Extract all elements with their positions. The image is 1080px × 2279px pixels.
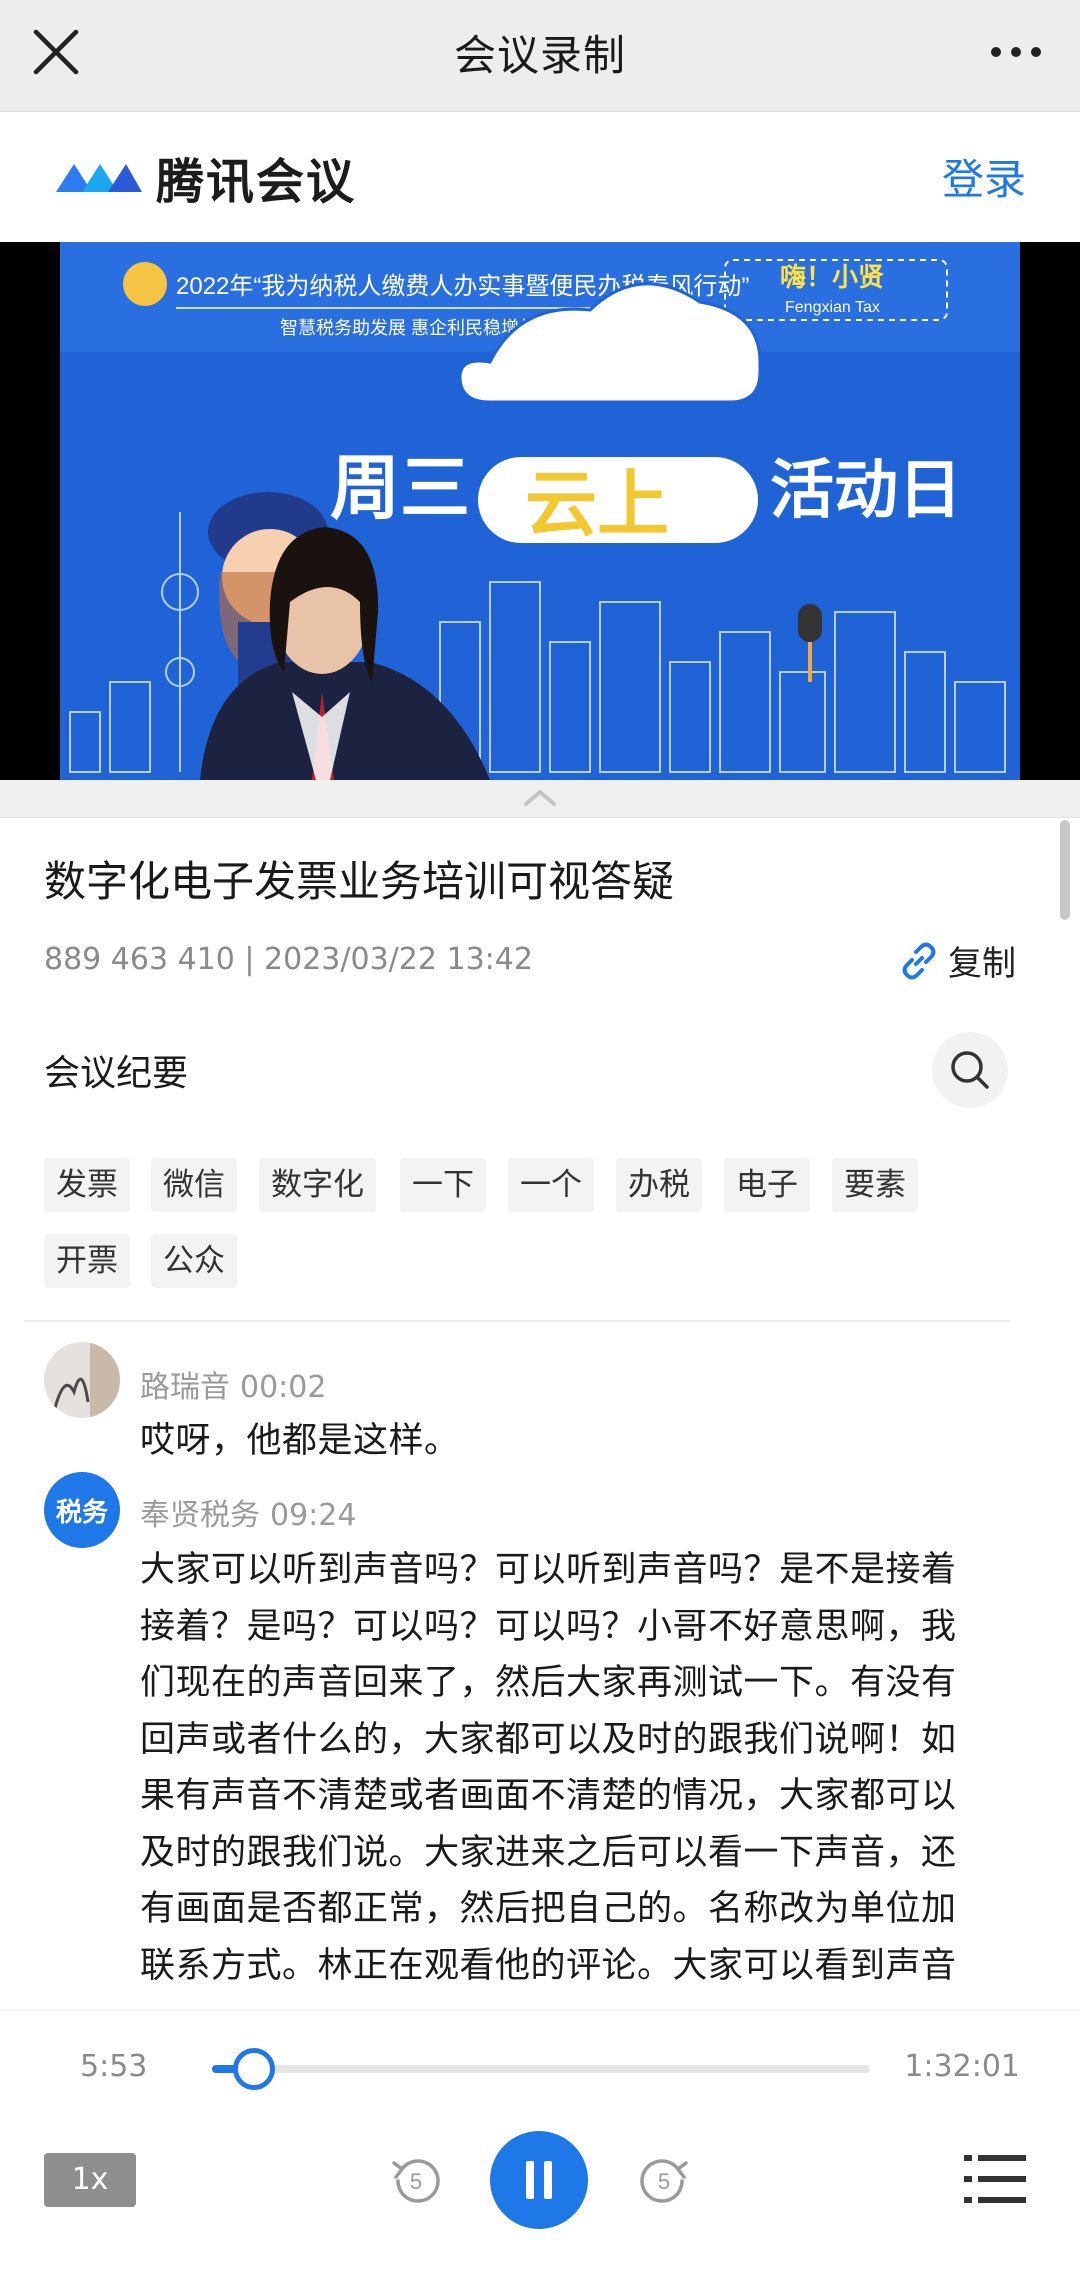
timestamp[interactable]: 00:02 xyxy=(240,1370,326,1405)
keyword-tag[interactable]: 公众 xyxy=(151,1234,237,1288)
search-button[interactable] xyxy=(932,1032,1008,1108)
progress-slider[interactable] xyxy=(212,2048,870,2090)
playback-controls: 5:53 1:32:01 1x 5 5 xyxy=(0,2010,1080,2279)
keyword-tag[interactable]: 电子 xyxy=(724,1158,810,1212)
tencent-meeting-logo-icon xyxy=(56,164,142,192)
transcript-line: 联系方式。林正在观看他的评论。大家可以看到声音 xyxy=(140,1945,957,1986)
keyword-tag[interactable]: 开票 xyxy=(44,1234,130,1288)
meeting-info: 889 463 410 | 2023/03/22 13:42 xyxy=(44,942,533,977)
page-title: 会议录制 xyxy=(453,31,626,80)
progress-knob[interactable] xyxy=(233,2048,276,2090)
transcript-line: 们现在的声音回来了，然后大家再测试一下。有没有 xyxy=(140,1663,957,1703)
keyword-tag[interactable]: 微信 xyxy=(151,1158,237,1212)
video-event-prefix: 周三 xyxy=(330,449,470,527)
link-icon xyxy=(902,942,936,979)
forward-seconds: 5 xyxy=(658,2169,670,2194)
speed-button[interactable]: 1x xyxy=(44,2153,136,2207)
transcript-text: 大家可以听到声音吗？可以听到声音吗？是不是接着 接着？是吗？可以吗？可以吗？小哥… xyxy=(140,1542,957,1994)
collapse-handle[interactable] xyxy=(0,780,1080,818)
keyword-tag[interactable]: 一个 xyxy=(508,1158,594,1212)
keyword-tag[interactable]: 要素 xyxy=(832,1158,918,1212)
rewind-5-icon[interactable]: 5 xyxy=(388,2151,444,2207)
avatar[interactable] xyxy=(44,1342,120,1418)
divider xyxy=(24,1320,1010,1322)
transcript-line: 及时的跟我们说。大家进来之后可以看一下声音，还 xyxy=(140,1832,957,1873)
current-time: 5:53 xyxy=(80,2049,148,2084)
video-event-cloud: 云上 xyxy=(525,465,669,545)
keyword-tag[interactable]: 办税 xyxy=(616,1158,702,1212)
timestamp[interactable]: 09:24 xyxy=(270,1498,356,1533)
total-duration: 1:32:01 xyxy=(904,2049,1020,2084)
speaker-name: 奉贤税务 xyxy=(140,1498,260,1533)
chevron-up-icon xyxy=(524,789,556,806)
copy-label: 复制 xyxy=(948,944,1016,984)
transcript-line: 有画面是否都正常，然后把自己的。名称改为单位加 xyxy=(140,1889,957,1929)
scrollbar[interactable] xyxy=(1060,820,1070,920)
summary-label: 会议纪要 xyxy=(44,1053,189,1094)
keyword-tag[interactable]: 发票 xyxy=(44,1158,130,1212)
video-badge-sub: Fengxian Tax xyxy=(785,299,880,316)
more-icon[interactable] xyxy=(980,24,1052,80)
pause-icon xyxy=(526,2161,552,2199)
avatar[interactable]: 税务 xyxy=(44,1472,120,1548)
video-player[interactable]: 2022年“我为纳税人缴费人办实事暨便民办税春风行动” 智慧税务助发展 惠企利民… xyxy=(0,242,1080,780)
keyword-tag[interactable]: 一下 xyxy=(400,1158,486,1212)
title-bar: 会议录制 xyxy=(0,0,1080,112)
search-icon xyxy=(951,1051,989,1089)
video-frame: 2022年“我为纳税人缴费人办实事暨便民办税春风行动” 智慧税务助发展 惠企利民… xyxy=(60,242,1020,780)
video-slogan-text: 智慧税务助发展 惠企利民稳增长 xyxy=(280,318,537,338)
meeting-title: 数字化电子发票业务培训可视答疑 xyxy=(44,857,675,906)
pause-button[interactable] xyxy=(490,2131,588,2229)
avatar-text: 税务 xyxy=(55,1497,108,1528)
video-event-suffix: 活动日 xyxy=(770,454,962,526)
speaker-name: 路瑞音 xyxy=(140,1370,230,1405)
rewind-seconds: 5 xyxy=(410,2169,422,2194)
transcript-text: 哎呀，他都是这样。 xyxy=(140,1421,460,1461)
list-icon[interactable] xyxy=(964,2153,1026,2205)
transcript-line: 果有声音不清楚或者画面不清楚的情况，大家都可以 xyxy=(140,1776,957,1816)
brand-bar: 腾讯会议 登录 xyxy=(0,112,1080,242)
transcript-line: 接着？是吗？可以吗？可以吗？小哥不好意思啊，我 xyxy=(140,1606,957,1647)
brand-name: 腾讯会议 xyxy=(156,154,357,210)
login-link[interactable]: 登录 xyxy=(942,146,1026,207)
copy-button[interactable]: 复制 xyxy=(898,936,1016,985)
transcript-line: 回声或者什么的，大家都可以及时的跟我们说啊！如 xyxy=(140,1719,957,1760)
keyword-tag[interactable]: 数字化 xyxy=(259,1158,376,1212)
forward-5-icon[interactable]: 5 xyxy=(636,2151,692,2207)
video-badge-title: 嗨！小贤 xyxy=(780,262,884,292)
transcript-line: 大家可以听到声音吗？可以听到声音吗？是不是接着 xyxy=(140,1550,957,1590)
